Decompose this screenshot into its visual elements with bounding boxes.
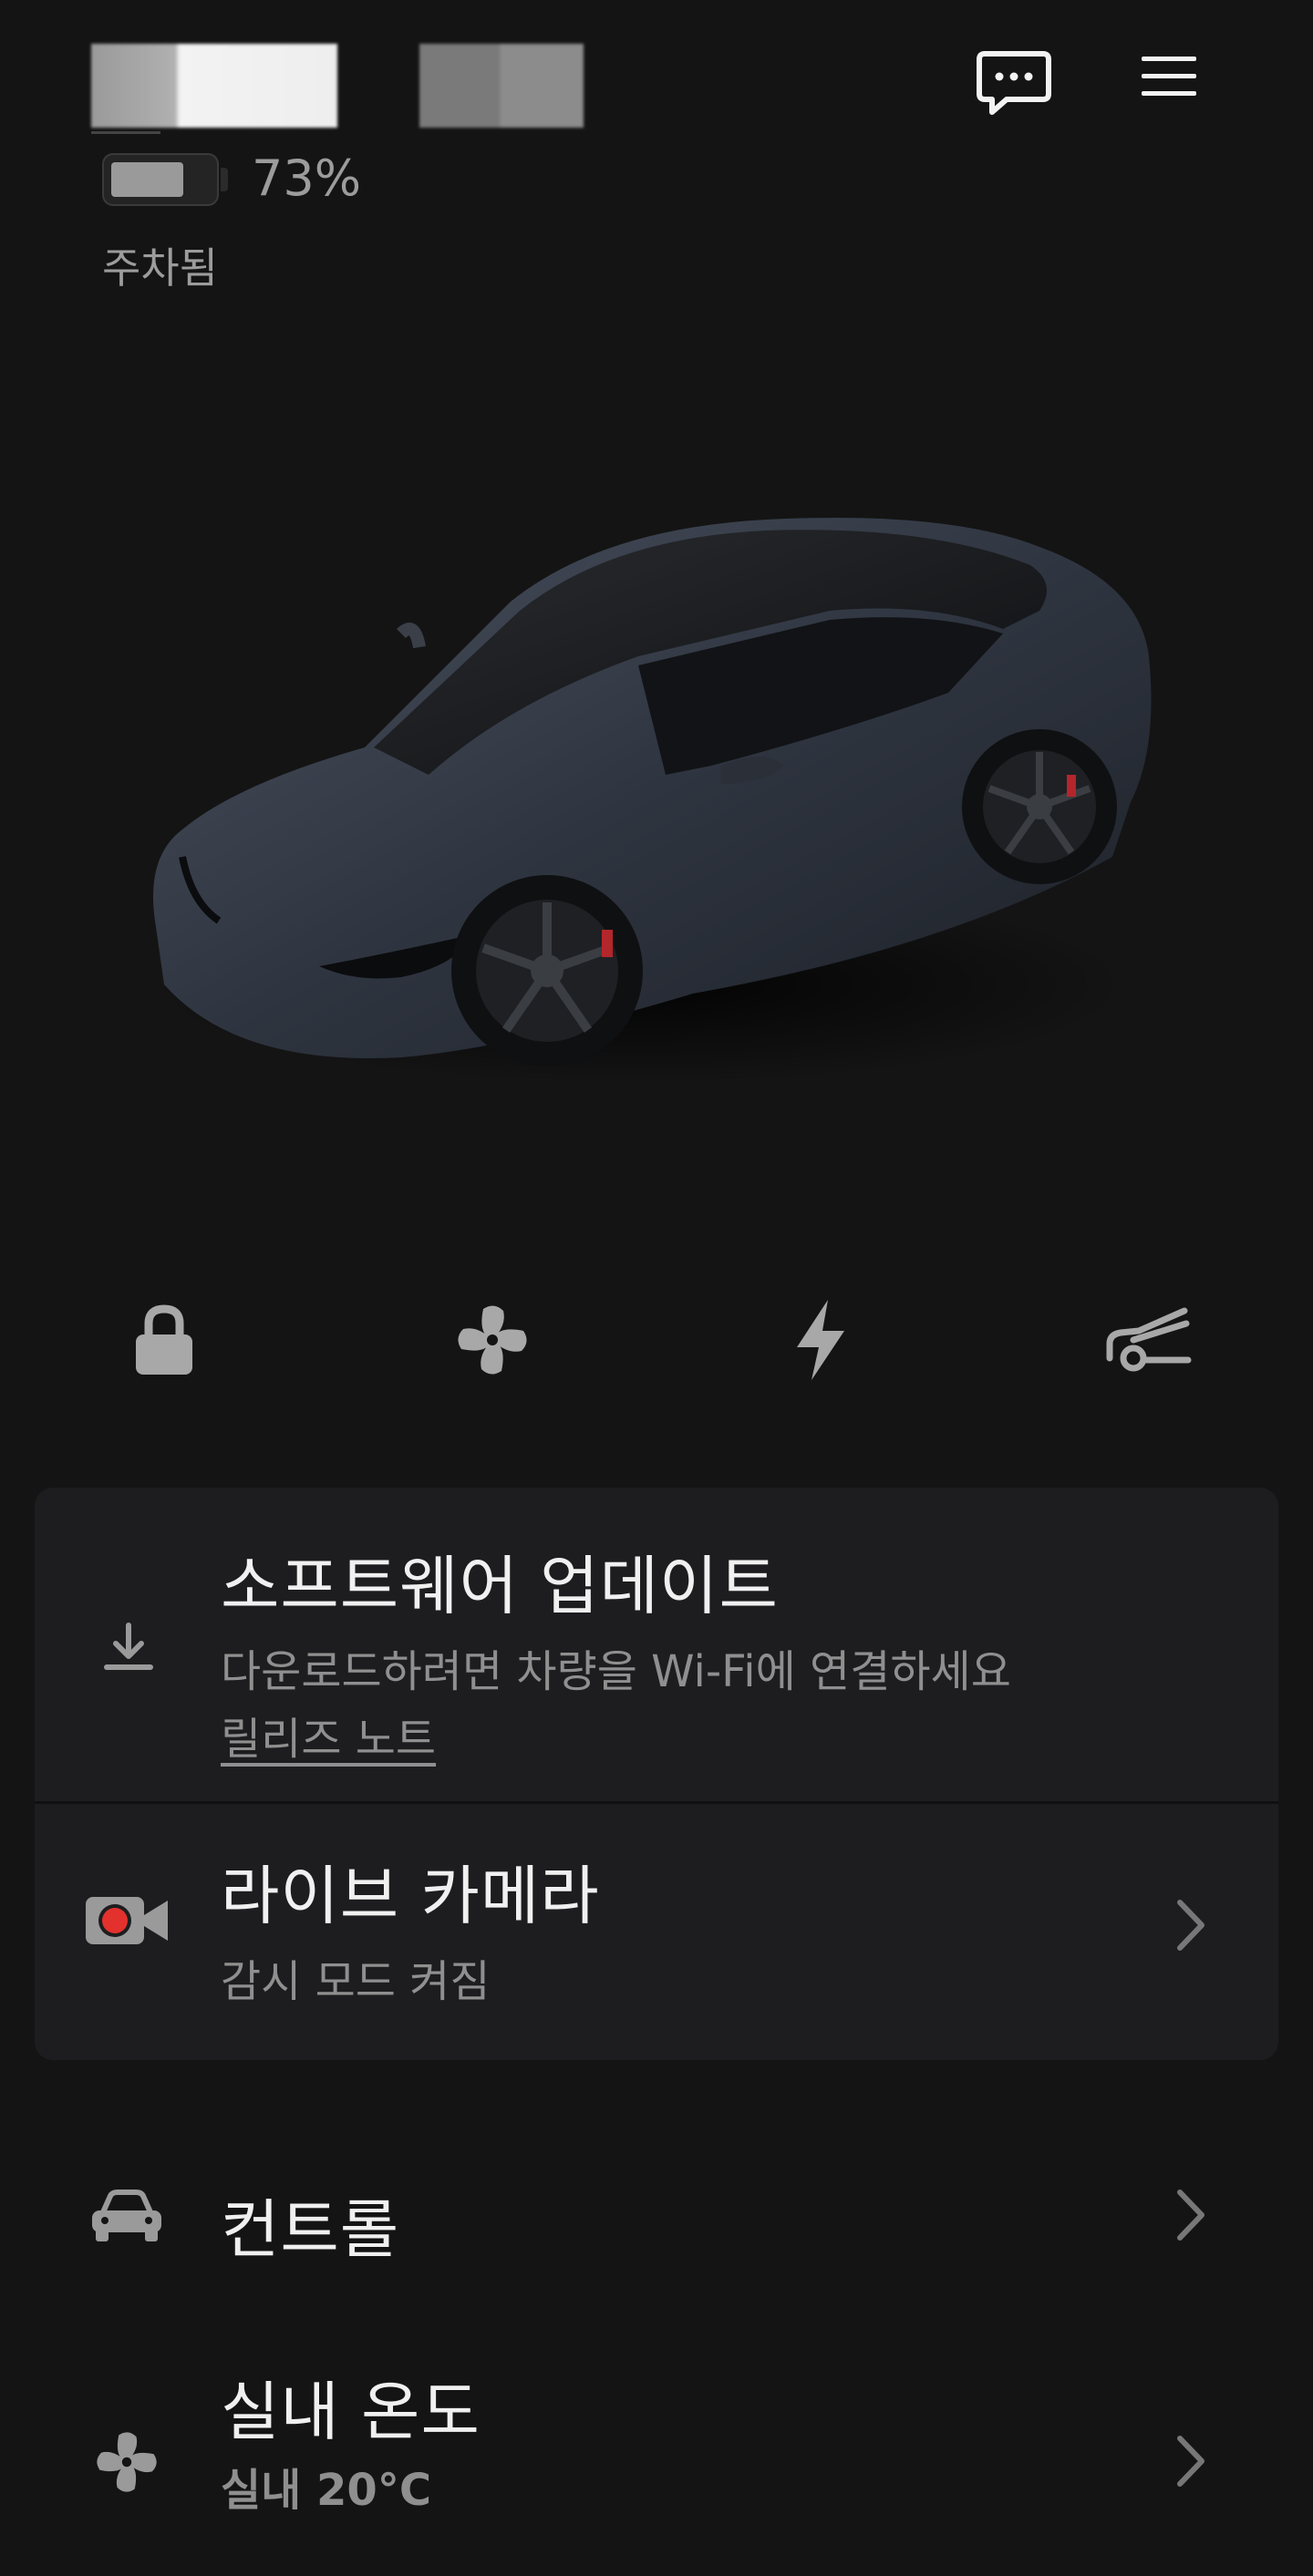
software-update-title: 소프트웨어 업데이트 [221, 1549, 779, 1623]
name-underline [91, 131, 160, 134]
fan-icon [458, 1305, 527, 1375]
climate-title: 실내 온도 [221, 2375, 481, 2449]
menu-button[interactable] [1134, 42, 1204, 111]
quick-actions [100, 1276, 1213, 1404]
car-illustration [146, 518, 1152, 1085]
lock-icon [136, 1304, 192, 1375]
vehicle-name-redacted [91, 44, 584, 135]
live-camera-chevron-icon[interactable] [1163, 1889, 1218, 1962]
battery-percent: 73% [252, 149, 362, 207]
hamburger-icon [1142, 57, 1196, 96]
battery-icon [102, 153, 219, 206]
climate-fan-icon [86, 2421, 168, 2503]
climate-button[interactable] [429, 1276, 556, 1404]
battery-fill [111, 162, 183, 197]
redacted-name-part-1 [91, 44, 337, 128]
controls-title: 컨트롤 [221, 2192, 400, 2267]
vehicle-status: 주차됨 [102, 243, 218, 293]
battery-tip [221, 168, 228, 191]
redacted-name-part-2 [419, 44, 584, 128]
card-divider [35, 1801, 1278, 1804]
trunk-icon [1106, 1307, 1192, 1372]
car-icon [86, 2184, 168, 2248]
controls-row[interactable]: 컨트롤 [35, 2160, 1278, 2270]
vehicle-info-card: 소프트웨어 업데이트 다운로드하려면 차량을 Wi-Fi에 연결하세요 릴리즈 … [35, 1488, 1278, 2060]
climate-chevron-icon [1163, 2425, 1218, 2498]
messages-button[interactable] [970, 42, 1058, 124]
controls-chevron-icon [1163, 2179, 1218, 2251]
climate-row[interactable]: 실내 온도 실내 20°C [35, 2352, 1278, 2534]
vehicle-image [128, 474, 1167, 1112]
trunk-button[interactable] [1085, 1276, 1213, 1404]
climate-subtitle: 실내 20°C [221, 2465, 432, 2516]
live-camera-title: 라이브 카메라 [221, 1859, 600, 1933]
camera-record-icon [84, 1889, 170, 1953]
live-camera-subtitle: 감시 모드 켜짐 [221, 1956, 491, 2007]
bolt-icon [797, 1300, 844, 1380]
software-update-subtitle: 다운로드하려면 차량을 Wi-Fi에 연결하세요 [221, 1646, 1011, 1697]
chat-icon [977, 51, 1051, 115]
charge-button[interactable] [757, 1276, 884, 1404]
release-notes-link[interactable]: 릴리즈 노트 [221, 1703, 436, 1767]
lock-button[interactable] [100, 1276, 228, 1404]
download-icon [97, 1615, 160, 1679]
